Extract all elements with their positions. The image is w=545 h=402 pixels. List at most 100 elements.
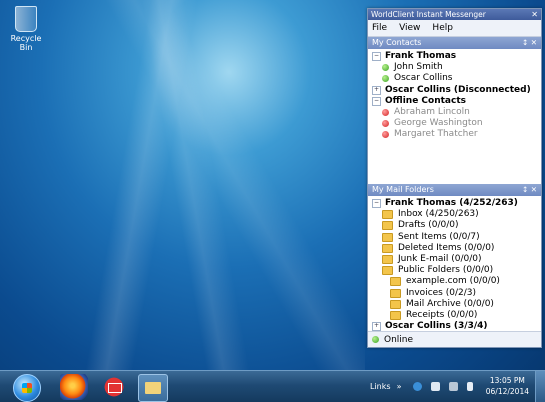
mail-folder-item[interactable]: Receipts (0/0/0): [368, 310, 541, 321]
instant-messenger-window: WorldClient Instant Messenger ✕ File Vie…: [367, 8, 542, 348]
collapse-icon[interactable]: −: [372, 96, 381, 106]
volume-icon[interactable]: [467, 382, 474, 391]
window-title: WorldClient Instant Messenger: [371, 10, 486, 19]
contact-item[interactable]: Abraham Lincoln: [368, 107, 541, 118]
mail-folder-item[interactable]: Public Folders (0/0/0): [368, 265, 541, 276]
mail-folder-item[interactable]: example.com (0/0/0): [368, 276, 541, 287]
chevron-icon[interactable]: »: [397, 382, 402, 391]
tree-item-label: Invoices (0/2/3): [406, 287, 476, 298]
folder-icon: [390, 310, 401, 320]
tree-item-label: example.com (0/0/0): [406, 276, 500, 287]
online-status-icon: [382, 64, 389, 72]
tree-item-label: Mail Archive (0/0/0): [406, 298, 494, 309]
folder-icon: [390, 299, 401, 309]
wallpaper-rays: [0, 0, 365, 370]
pane-controls-icon[interactable]: ↕ ✕: [522, 37, 537, 49]
windows-logo-icon: [22, 383, 32, 393]
tree-item-label: Inbox (4/250/263): [398, 209, 479, 220]
firefox-icon[interactable]: [60, 374, 88, 400]
status-text[interactable]: Online: [384, 335, 413, 345]
mail-folder-item[interactable]: Sent Items (0/0/7): [368, 232, 541, 243]
show-desktop-button[interactable]: [535, 371, 545, 402]
collapse-icon[interactable]: −: [372, 52, 381, 62]
mail-folder-item[interactable]: Inbox (4/250/263): [368, 209, 541, 220]
offline-status-icon: [382, 109, 389, 117]
mail-folder-item[interactable]: Invoices (0/2/3): [368, 288, 541, 299]
tree-item-label: Offline Contacts: [385, 95, 466, 106]
mail-folder-item[interactable]: Junk E-mail (0/0/0): [368, 254, 541, 265]
tree-item-label: Deleted Items (0/0/0): [398, 242, 495, 253]
contact-item[interactable]: Margaret Thatcher: [368, 129, 541, 140]
folder-icon: [382, 243, 393, 253]
folder-icon: [382, 266, 393, 276]
mail-pane-title: My Mail Folders: [372, 185, 434, 194]
tree-item-label: John Smith: [394, 62, 443, 73]
menu-help[interactable]: Help: [432, 23, 453, 33]
folder-icon: [382, 232, 393, 242]
tree-item-label: Sent Items (0/0/7): [398, 231, 480, 242]
menu-view[interactable]: View: [399, 23, 420, 33]
tree-item-label: Oscar Collins: [394, 73, 453, 84]
contacts-pane-header: My Contacts ↕ ✕: [368, 37, 541, 49]
messenger-tray-icon[interactable]: [413, 382, 423, 391]
mail-folder-item[interactable]: Drafts (0/0/0): [368, 220, 541, 231]
recycle-bin-label: Recycle Bin: [10, 34, 42, 52]
online-status-icon: [382, 75, 389, 83]
offline-status-icon: [382, 120, 389, 128]
tree-item-label: Public Folders (0/0/0): [398, 265, 494, 276]
status-bar: Online: [368, 331, 541, 347]
tree-item-label: Receipts (0/0/0): [406, 309, 478, 320]
clock[interactable]: 13:05 PM 06/12/2014: [486, 375, 529, 397]
mail-folder-item[interactable]: Mail Archive (0/0/0): [368, 299, 541, 310]
tree-item-label: George Washington: [394, 118, 483, 129]
folder-icon: [382, 210, 393, 220]
folder-icon: [382, 255, 393, 265]
mail-folders-tree: − Frank Thomas (4/252/263) Inbox (4/250/26…: [368, 196, 541, 332]
folder-icon: [390, 288, 401, 298]
mail-folder-item[interactable]: Deleted Items (0/0/0): [368, 243, 541, 254]
menu-file[interactable]: File: [372, 23, 387, 33]
menu-bar: File View Help: [368, 20, 541, 37]
offline-status-icon: [382, 131, 389, 139]
tree-item-label: Frank Thomas (4/252/263): [385, 198, 518, 209]
contact-item[interactable]: John Smith: [368, 62, 541, 73]
recycle-bin-desktop-icon[interactable]: Recycle Bin: [6, 6, 46, 52]
mail-pane-header: My Mail Folders ↕ ✕: [368, 184, 541, 196]
taskbar: Links » 13:05 PM 06/12/2014: [0, 370, 545, 402]
clock-date: 06/12/2014: [485, 387, 529, 396]
contacts-pane: − Frank Thomas John Smith Oscar Collins + Osc…: [368, 49, 541, 184]
expand-icon[interactable]: +: [372, 85, 381, 95]
tree-item-label: Drafts (0/0/0): [398, 220, 459, 231]
recycle-bin-icon: [15, 6, 37, 32]
tree-group[interactable]: − Frank Thomas (4/252/263): [368, 198, 541, 209]
tree-item-label: Abraham Lincoln: [394, 107, 470, 118]
network-icon[interactable]: [449, 382, 459, 391]
clock-time: 13:05 PM: [489, 376, 525, 385]
contacts-tree: − Frank Thomas John Smith Oscar Collins + Osc…: [368, 49, 541, 141]
close-icon[interactable]: ✕: [531, 9, 538, 20]
online-status-icon[interactable]: [372, 336, 379, 343]
tree-item-label: Frank Thomas: [385, 51, 457, 62]
tree-item-label: Oscar Collins (Disconnected): [385, 84, 531, 95]
folder-icon: [390, 277, 401, 287]
links-toolbar[interactable]: Links: [370, 382, 391, 391]
collapse-icon[interactable]: −: [372, 199, 381, 209]
pane-controls-icon[interactable]: ↕ ✕: [522, 184, 537, 196]
contact-item[interactable]: George Washington: [368, 118, 541, 129]
mail-pane: − Frank Thomas (4/252/263) Inbox (4/250/26…: [368, 196, 541, 332]
folder-icon: [382, 221, 393, 231]
tree-group[interactable]: − Offline Contacts: [368, 96, 541, 107]
system-tray: Links »: [370, 371, 482, 402]
action-center-icon[interactable]: [431, 382, 441, 391]
window-title-bar[interactable]: WorldClient Instant Messenger ✕: [368, 9, 541, 20]
start-button[interactable]: [13, 374, 41, 402]
contact-item[interactable]: Oscar Collins: [368, 73, 541, 84]
expand-icon[interactable]: +: [372, 322, 381, 332]
mail-client-icon[interactable]: [100, 374, 128, 400]
tree-group[interactable]: − Frank Thomas: [368, 51, 541, 62]
tree-item-label: Margaret Thatcher: [394, 129, 478, 140]
tree-item-label: Junk E-mail (0/0/0): [398, 254, 482, 265]
file-explorer-icon[interactable]: [138, 374, 168, 402]
tree-group[interactable]: + Oscar Collins (Disconnected): [368, 85, 541, 96]
contacts-pane-title: My Contacts: [372, 38, 422, 47]
